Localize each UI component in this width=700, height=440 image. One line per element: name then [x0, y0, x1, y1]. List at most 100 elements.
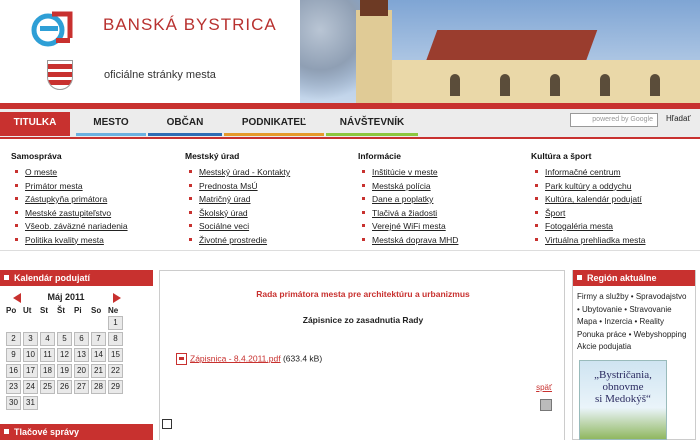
- calendar-day[interactable]: 16: [6, 364, 21, 378]
- tab-obcan[interactable]: OBČAN: [148, 112, 222, 136]
- calendar-day[interactable]: 19: [57, 364, 72, 378]
- calendar-day[interactable]: 8: [108, 332, 123, 346]
- menu-link[interactable]: Všeob. záväzné nariadenia: [11, 221, 181, 235]
- tab-navstevnik[interactable]: NÁVŠTEVNÍK: [326, 112, 418, 136]
- calendar-day[interactable]: 5: [57, 332, 72, 346]
- menu-link[interactable]: Politika kvality mesta: [11, 235, 181, 249]
- region-link[interactable]: Inzercia: [604, 317, 632, 326]
- menu-link[interactable]: Park kultúry a oddychu: [531, 181, 700, 195]
- menu-link[interactable]: Virtuálna prehliadka mesta: [531, 235, 700, 249]
- menu-link[interactable]: Sociálne veci: [185, 221, 355, 235]
- calendar-day[interactable]: 29: [108, 380, 123, 394]
- region-link[interactable]: Spravodajstvo: [636, 292, 687, 301]
- region-link[interactable]: Mapa: [577, 317, 597, 326]
- file-size: (633.4 kB): [282, 353, 323, 364]
- region-links: Firmy a služby • Spravodajstvo • Ubytova…: [577, 292, 687, 351]
- region-link[interactable]: Reality: [640, 317, 664, 326]
- coat-of-arms-icon: [47, 60, 73, 90]
- statistics-icon[interactable]: [162, 419, 172, 429]
- search-input[interactable]: powered by Google: [570, 113, 658, 127]
- section-divider: [0, 250, 700, 268]
- menu-link[interactable]: Školský úrad: [185, 208, 355, 222]
- calendar-day[interactable]: 14: [91, 348, 106, 362]
- menu-link[interactable]: Matričný úrad: [185, 194, 355, 208]
- calendar-day[interactable]: 18: [40, 364, 55, 378]
- calendar-day[interactable]: 17: [23, 364, 38, 378]
- menu-mestsky-urad: Mestský úrad Mestský úrad - Kontakty Pre…: [185, 151, 355, 248]
- menu-link[interactable]: Inštitúcie v meste: [358, 167, 528, 181]
- next-month-icon[interactable]: [113, 293, 126, 303]
- right-sidebar: Región aktuálne Firmy a služby • Spravod…: [572, 270, 696, 440]
- menu-link[interactable]: Fotogaléria mesta: [531, 221, 700, 235]
- calendar-day[interactable]: 21: [91, 364, 106, 378]
- menu-link[interactable]: Mestský úrad - Kontakty: [185, 167, 355, 181]
- calendar-day[interactable]: 30: [6, 396, 21, 410]
- calendar-day[interactable]: 11: [40, 348, 55, 362]
- menu-link[interactable]: Dane a poplatky: [358, 194, 528, 208]
- city-name[interactable]: BANSKÁ BYSTRICA: [103, 15, 277, 35]
- calendar-day: [40, 316, 55, 330]
- medokys-banner[interactable]: „Bystričania, obnovme si Medokýš“: [579, 360, 667, 440]
- calendar-day: [57, 396, 72, 410]
- calendar-day[interactable]: 10: [23, 348, 38, 362]
- menu-link[interactable]: O meste: [11, 167, 181, 181]
- pdf-icon: [176, 353, 187, 365]
- print-icon[interactable]: [540, 399, 552, 411]
- calendar-day[interactable]: 6: [74, 332, 89, 346]
- calendar-day[interactable]: 22: [108, 364, 123, 378]
- calendar-day[interactable]: 25: [40, 380, 55, 394]
- banner-line: obnovme: [602, 381, 644, 393]
- menu-link[interactable]: Tlačivá a žiadosti: [358, 208, 528, 222]
- menu-link[interactable]: Mestská doprava MHD: [358, 235, 528, 249]
- calendar-day[interactable]: 9: [6, 348, 21, 362]
- region-link[interactable]: Akcie podujatia: [577, 342, 631, 351]
- calendar-day[interactable]: 26: [57, 380, 72, 394]
- calendar-day[interactable]: 24: [23, 380, 38, 394]
- calendar-day: [40, 396, 55, 410]
- menu-link[interactable]: Zástupkyňa primátora: [11, 194, 181, 208]
- menu-link[interactable]: Verejné WiFi mesta: [358, 221, 528, 235]
- menu-link[interactable]: Životné prostredie: [185, 235, 355, 249]
- search-button[interactable]: Hľadať: [666, 114, 690, 123]
- region-link[interactable]: Ponuka práce: [577, 330, 626, 339]
- calendar-day[interactable]: 15: [108, 348, 123, 362]
- menu-link[interactable]: Kultúra, kalendár podujatí: [531, 194, 700, 208]
- back-link[interactable]: späť: [536, 383, 552, 392]
- tab-mesto[interactable]: MESTO: [76, 112, 146, 136]
- file-link[interactable]: Zápisnica - 8.4.2011.pdf: [190, 353, 281, 363]
- city-logo-icon[interactable]: [28, 8, 78, 50]
- menu-heading: Kultúra a šport: [531, 151, 592, 161]
- calendar-day[interactable]: 31: [23, 396, 38, 410]
- calendar-day[interactable]: 13: [74, 348, 89, 362]
- menu-link[interactable]: Šport: [531, 208, 700, 222]
- menu-link[interactable]: Mestská polícia: [358, 181, 528, 195]
- calendar-day[interactable]: 1: [108, 316, 123, 330]
- calendar-day[interactable]: 23: [6, 380, 21, 394]
- menu-link[interactable]: Mestské zastupiteľstvo: [11, 208, 181, 222]
- calendar-day: [74, 396, 89, 410]
- menu-link[interactable]: Primátor mesta: [11, 181, 181, 195]
- calendar-day: [23, 316, 38, 330]
- tab-podnikatel[interactable]: PODNIKATEĽ: [224, 112, 324, 136]
- menu-link[interactable]: Informačné centrum: [531, 167, 700, 181]
- menu-heading: Informácie: [358, 151, 401, 161]
- calendar-day[interactable]: 4: [40, 332, 55, 346]
- tab-titulka[interactable]: TITULKA: [0, 112, 70, 136]
- region-link[interactable]: Ubytovanie: [582, 305, 622, 314]
- calendar-day[interactable]: 12: [57, 348, 72, 362]
- menu-samosprava: Samospráva O meste Primátor mesta Zástup…: [11, 151, 181, 248]
- region-link[interactable]: Firmy a služby: [577, 292, 629, 301]
- calendar-day[interactable]: 7: [91, 332, 106, 346]
- calendar-day[interactable]: 28: [91, 380, 106, 394]
- page-title: Rada primátora mesta pre architektúru a …: [256, 289, 470, 299]
- calendar-day[interactable]: 27: [74, 380, 89, 394]
- page-subtitle: Zápisnice zo zasadnutia Rady: [302, 315, 424, 325]
- region-link[interactable]: Stravovanie: [629, 305, 671, 314]
- menu-link[interactable]: Prednosta MsÚ: [185, 181, 355, 195]
- region-link[interactable]: Webyshopping: [634, 330, 687, 339]
- calendar-day[interactable]: 20: [74, 364, 89, 378]
- calendar-day[interactable]: 3: [23, 332, 38, 346]
- calendar-day[interactable]: 2: [6, 332, 21, 346]
- prev-month-icon[interactable]: [8, 293, 21, 303]
- calendar-day: [91, 396, 106, 410]
